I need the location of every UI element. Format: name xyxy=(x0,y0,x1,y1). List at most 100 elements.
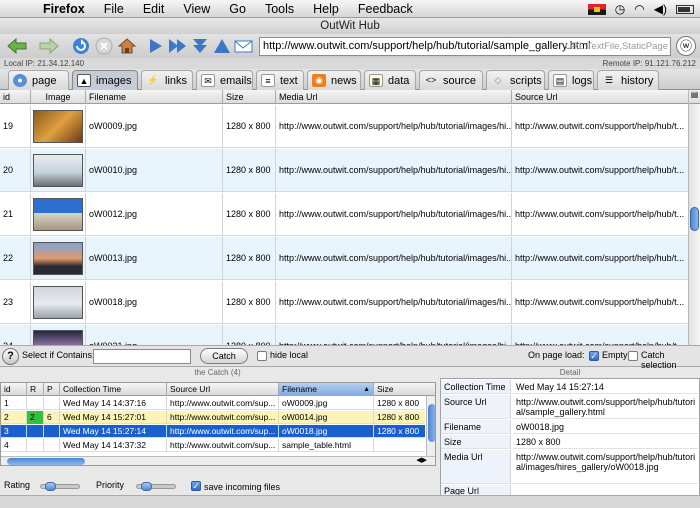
column-header-media-url[interactable]: Media Url xyxy=(276,90,512,104)
detail-value[interactable]: 1280 x 800 xyxy=(513,435,698,449)
hide-local-checkbox[interactable] xyxy=(257,351,267,361)
tab-images[interactable]: ▲ images xyxy=(72,70,138,90)
ip-info-bar: Local IP: 21.34.12.140 Remote IP: 91.121… xyxy=(0,58,700,69)
back-icon[interactable] xyxy=(4,36,30,56)
menu-go[interactable]: Go xyxy=(229,2,246,16)
menu-feedback[interactable]: Feedback xyxy=(358,2,413,16)
table-row[interactable]: 22 oW0013.jpg 1280 x 800 http://www.outwit.… xyxy=(0,237,688,280)
url-input[interactable]: http://www.outwit.com/support/help/hub/t… xyxy=(259,37,671,56)
column-header-id[interactable]: id xyxy=(0,90,31,104)
catch-column-source-url[interactable]: Source Url xyxy=(167,383,279,396)
image-thumbnail[interactable] xyxy=(33,198,83,231)
wifi-icon[interactable]: ◠ xyxy=(634,2,644,16)
refresh-icon[interactable] xyxy=(71,36,91,56)
image-thumbnail[interactable] xyxy=(33,242,83,275)
extract-icon[interactable] xyxy=(212,36,232,56)
catch-vertical-scrollbar[interactable] xyxy=(426,396,435,456)
image-thumbnail[interactable] xyxy=(33,330,83,345)
slider-knob[interactable] xyxy=(45,482,56,491)
column-header-filename[interactable]: Filename xyxy=(86,90,223,104)
volume-icon[interactable]: ◀) xyxy=(654,2,667,16)
menu-app-name[interactable]: Firefox xyxy=(43,2,85,16)
stop-icon[interactable] xyxy=(94,36,114,56)
catch-row[interactable]: 2 2 6 Wed May 14 15:27:01 http://www.outwit.… xyxy=(1,411,425,424)
tab-source[interactable]: <> source xyxy=(419,70,483,90)
save-incoming-checkbox[interactable]: ✓ xyxy=(191,481,201,491)
detail-value[interactable]: oW0018.jpg xyxy=(513,420,698,434)
table-row[interactable]: 19 oW0009.jpg 1280 x 800 http://www.outwit.… xyxy=(0,105,688,148)
next-page-icon[interactable] xyxy=(146,36,166,56)
image-thumbnail[interactable] xyxy=(33,110,83,143)
cell-source: http://www.outwit.com/support/help/hub/t… xyxy=(515,209,685,219)
slider-knob[interactable] xyxy=(141,482,152,491)
column-picker-icon[interactable]: ▤ xyxy=(689,90,700,104)
scroll-arrows-icon[interactable]: ◀▶ xyxy=(416,456,427,464)
tab-news[interactable]: ◉ news xyxy=(307,70,361,90)
catch-row[interactable]: 4 Wed May 14 14:37:32 http://www.outwit.co… xyxy=(1,439,425,452)
select-if-contains-label: Select if Contains: xyxy=(22,350,95,360)
globe-icon: ● xyxy=(13,74,27,87)
catch-cell-r xyxy=(27,425,44,438)
tab-history[interactable]: ☰ history xyxy=(597,70,659,90)
catch-column-r[interactable]: R xyxy=(27,383,44,396)
column-header-image[interactable]: Image xyxy=(31,90,86,104)
table-row[interactable]: 23 oW0018.jpg 1280 x 800 http://www.outwit.… xyxy=(0,281,688,324)
catch-column-id[interactable]: id xyxy=(1,383,27,396)
clock-icon[interactable]: ◷ xyxy=(615,2,625,16)
scrollbar-thumb[interactable] xyxy=(7,458,85,465)
menu-tools[interactable]: Tools xyxy=(265,2,294,16)
dig-icon[interactable] xyxy=(190,36,210,56)
navigation-toolbar: http://www.outwit.com/support/help/hub/t… xyxy=(0,34,700,58)
catch-cell-source: http://www.outwit.com/sup... xyxy=(167,439,279,452)
mail-icon: ✉ xyxy=(201,74,215,87)
catch-selection-checkbox[interactable] xyxy=(628,351,638,361)
column-header-size[interactable]: Size xyxy=(223,90,276,104)
catch-column-filename[interactable]: Filename ▲ xyxy=(279,383,374,396)
menu-help[interactable]: Help xyxy=(313,2,339,16)
rating-slider[interactable] xyxy=(40,482,80,491)
detail-value[interactable]: http://www.outwit.com/support/help/hub/t… xyxy=(513,395,698,419)
outwit-logo-icon[interactable]: ⓦ xyxy=(676,36,696,56)
priority-slider[interactable] xyxy=(136,482,176,491)
tab-scripts[interactable]: ◇ scripts xyxy=(486,70,545,90)
image-thumbnail[interactable] xyxy=(33,286,83,319)
scrollbar-thumb[interactable] xyxy=(428,404,435,442)
menu-file[interactable]: File xyxy=(104,2,124,16)
empty-checkbox[interactable]: ✓ xyxy=(589,351,599,361)
filter-bar: ? Select if Contains: Catch hide local O… xyxy=(0,345,700,370)
select-if-contains-input[interactable] xyxy=(93,349,191,364)
flag-icon[interactable] xyxy=(587,3,606,15)
catch-row[interactable]: 3 Wed May 14 15:27:14 http://www.outwit.co… xyxy=(1,425,425,438)
table-row[interactable]: 21 oW0012.jpg 1280 x 800 http://www.outwit.… xyxy=(0,193,688,236)
catch-column-size[interactable]: Size xyxy=(374,383,435,396)
battery-icon[interactable] xyxy=(676,4,694,14)
images-table-scrollbar[interactable]: ▤ xyxy=(688,90,700,345)
catch-column-p[interactable]: P xyxy=(44,383,60,396)
table-row[interactable]: 24oW0021.jpg1280 x 800http://www.outwit.… xyxy=(0,325,688,345)
menu-edit[interactable]: Edit xyxy=(143,2,165,16)
tab-page[interactable]: ● page xyxy=(8,70,69,90)
tab-links[interactable]: ⚡ links xyxy=(141,70,193,90)
on-page-load-label: On page load: xyxy=(528,350,585,360)
catch-column-collection-time[interactable]: Collection Time xyxy=(60,383,167,396)
tab-data[interactable]: ▦ data xyxy=(364,70,416,90)
table-row[interactable]: 20 oW0010.jpg 1280 x 800 http://www.outwit.… xyxy=(0,149,688,192)
forward-icon[interactable] xyxy=(36,36,62,56)
detail-value[interactable]: http://www.outwit.com/support/help/hub/t… xyxy=(513,450,698,484)
catch-row[interactable]: 1 Wed May 14 14:37:16 http://www.outwit.co… xyxy=(1,397,425,410)
catch-horizontal-scrollbar[interactable]: ◀▶ xyxy=(1,456,435,465)
tab-logs[interactable]: ▤ logs xyxy=(548,70,594,90)
home-icon[interactable] xyxy=(117,36,137,56)
detail-value[interactable]: Wed May 14 15:27:14 xyxy=(513,380,698,394)
menu-view[interactable]: View xyxy=(183,2,210,16)
catch-button[interactable]: Catch xyxy=(200,348,248,364)
column-header-source-url[interactable]: Source Url xyxy=(512,90,688,104)
tab-text[interactable]: ≡ text xyxy=(256,70,304,90)
help-icon[interactable]: ? xyxy=(2,348,19,365)
browse-pages-icon[interactable] xyxy=(168,36,188,56)
image-thumbnail[interactable] xyxy=(33,154,83,187)
email-icon[interactable] xyxy=(234,36,254,56)
scrollbar-thumb[interactable] xyxy=(690,207,699,231)
tab-emails[interactable]: ✉ emails xyxy=(196,70,253,90)
cell-filename: oW0013.jpg xyxy=(86,237,223,280)
